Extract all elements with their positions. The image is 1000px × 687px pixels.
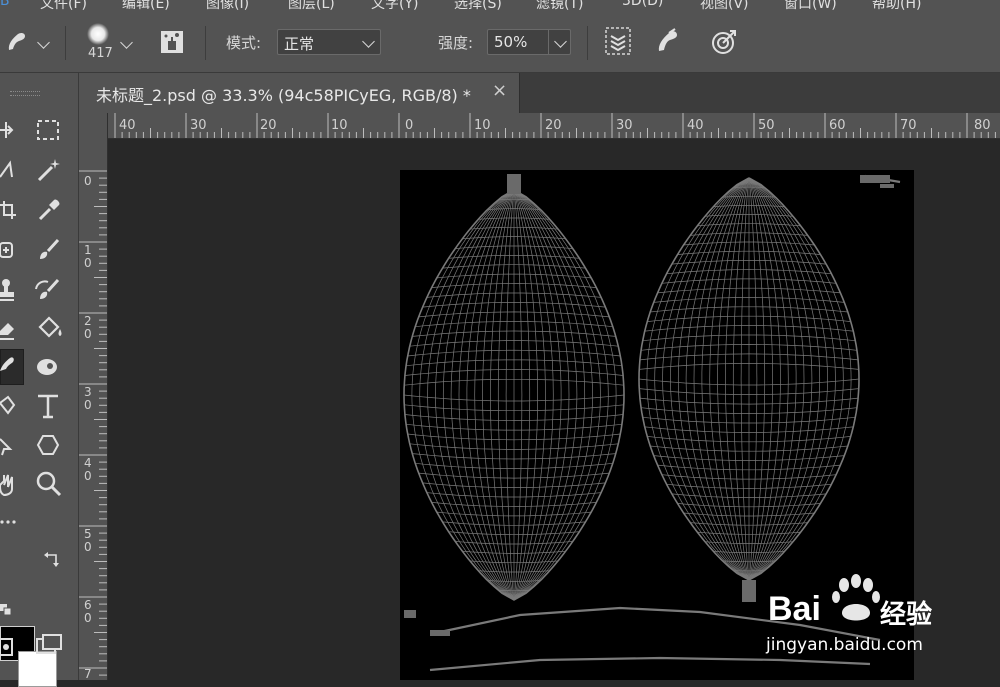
ruler-label: 30 [190, 118, 207, 133]
mode-value: 正常 [284, 35, 315, 53]
brush-dropdown[interactable] [120, 36, 133, 49]
ruler-label: 5 0 [84, 527, 92, 554]
marquee-tool-icon[interactable] [36, 119, 60, 145]
smudge-tool-icon [0, 355, 16, 381]
type-tool-icon[interactable] [36, 393, 60, 423]
path-selection-icon[interactable] [0, 435, 16, 461]
menu-bar: B 文件(F) 编辑(E) 图像(I) 图层(L) 文字(Y) 选择(S) 滤镜… [0, 0, 1000, 12]
ruler-label: 30 [616, 118, 633, 133]
ruler-label: 2 0 [84, 314, 92, 341]
document-tab[interactable]: 未标题_2.psd @ 33.3% (94c58PICyEG, RGB/8) *… [79, 73, 520, 113]
ruler-label: 3 0 [84, 385, 92, 412]
brush-tool-icon[interactable] [36, 237, 62, 267]
ruler-label: 10 [474, 118, 491, 133]
shape-tool-icon[interactable] [36, 433, 60, 461]
swap-colors-icon[interactable] [44, 551, 60, 571]
ruler-label: 0 [84, 174, 92, 188]
ruler-label: 4 0 [84, 456, 92, 483]
panel-grip[interactable] [10, 91, 40, 96]
history-brush-icon[interactable] [34, 277, 62, 307]
ruler-label: 1 0 [84, 243, 92, 270]
menu-image[interactable]: 图像(I) [206, 0, 249, 12]
document-tab-title: 未标题_2.psd @ 33.3% (94c58PICyEG, RGB/8) * [96, 86, 471, 105]
menu-3d[interactable]: 3D(D) [622, 0, 663, 9]
pen-tool-icon[interactable] [0, 395, 16, 421]
ruler-label: 40 [119, 118, 136, 133]
menu-window[interactable]: 窗口(W) [784, 0, 837, 12]
tools-panel [0, 73, 79, 687]
ruler-label: 20 [545, 118, 562, 133]
ruler-label: 80 [974, 118, 991, 133]
smudge-finger-icon[interactable] [6, 30, 28, 58]
menu-type[interactable]: 文字(Y) [371, 0, 418, 12]
horizontal-ruler[interactable]: 40 30 20 10 0 10 20 30 40 50 60 70 80 [108, 113, 1000, 139]
screen-mode-icon[interactable] [36, 633, 64, 661]
ruler-label: 10 [331, 118, 348, 133]
zoom-tool-icon[interactable] [36, 471, 62, 501]
close-icon[interactable]: × [492, 80, 507, 101]
quick-mask-icon[interactable] [0, 637, 14, 661]
menu-select[interactable]: 选择(S) [454, 0, 502, 12]
ruler-label: 6 0 [84, 598, 92, 625]
paint-bucket-icon[interactable] [36, 315, 64, 345]
ruler-label: 50 [758, 118, 775, 133]
baidu-logo-text: Bai [768, 590, 821, 628]
pressure-icon[interactable] [605, 27, 631, 59]
mode-label: 模式: [226, 34, 262, 52]
dodge-tool-icon[interactable] [36, 355, 64, 383]
menu-view[interactable]: 视图(V) [700, 0, 749, 12]
crop-tool-icon[interactable] [0, 199, 18, 225]
baidu-url: jingyan.baidu.com [766, 635, 923, 655]
healing-brush-icon[interactable] [0, 239, 16, 265]
clone-stamp-icon[interactable] [0, 277, 16, 307]
baidu-logo-cn: 经验 [880, 600, 933, 630]
strength-value: 50% [494, 33, 528, 51]
vertical-ruler[interactable]: 0 1 0 2 0 3 0 4 0 5 0 6 0 7 [79, 113, 108, 680]
options-bar: 417 模式: 正常 强度: 50% [0, 12, 1000, 73]
menu-help[interactable]: 帮助(H) [872, 0, 921, 12]
default-colors-icon[interactable] [0, 601, 12, 620]
menu-file[interactable]: 文件(F) [40, 0, 87, 12]
document-tab-bar: 未标题_2.psd @ 33.3% (94c58PICyEG, RGB/8) *… [79, 73, 1000, 113]
target-icon[interactable] [710, 28, 738, 60]
menu-edit[interactable]: 编辑(E) [122, 0, 170, 12]
ruler-label: 7 [84, 667, 92, 681]
sample-all-layers-icon[interactable] [160, 30, 184, 58]
ruler-label: 70 [900, 118, 917, 133]
ruler-label: 40 [687, 118, 704, 133]
magic-wand-icon[interactable] [36, 157, 62, 187]
hand-tool-icon[interactable] [0, 473, 16, 501]
finger-painting-icon[interactable] [655, 27, 683, 59]
eraser-tool-icon[interactable] [0, 317, 16, 345]
ps-logo: B [0, 0, 10, 9]
strength-label: 强度: [438, 34, 474, 52]
more-tools-icon[interactable] [0, 513, 16, 532]
ruler-label: 60 [829, 118, 846, 133]
ruler-label: 0 [405, 118, 414, 133]
brush-size: 417 [88, 46, 113, 61]
menu-filter[interactable]: 滤镜(T) [536, 0, 583, 12]
move-tool-icon[interactable] [0, 119, 18, 145]
lasso-tool-icon[interactable] [0, 159, 16, 185]
menu-layer[interactable]: 图层(L) [288, 0, 335, 12]
eyedropper-icon[interactable] [36, 197, 62, 227]
tool-preset-dropdown[interactable] [37, 36, 50, 49]
ruler-label: 20 [260, 118, 277, 133]
